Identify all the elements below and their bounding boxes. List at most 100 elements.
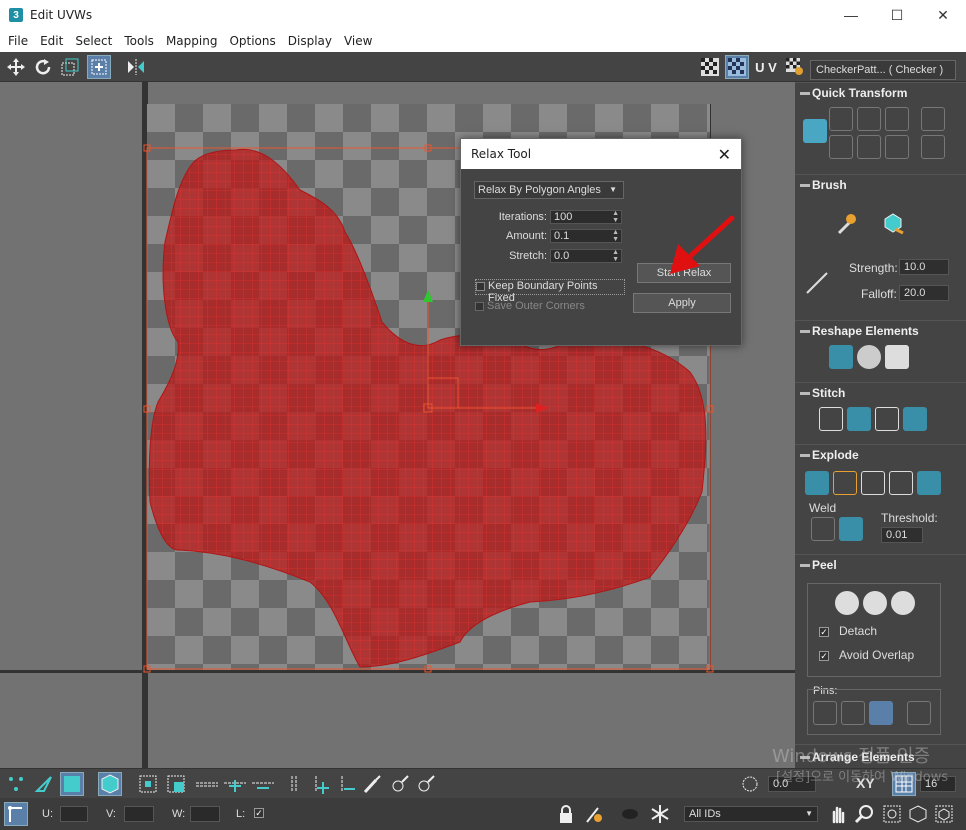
auto-pin-icon[interactable]	[907, 701, 931, 725]
rollout-title[interactable]: Stitch	[812, 386, 845, 400]
align-to-edge-icon[interactable]	[921, 107, 945, 131]
freeze-icon[interactable]	[648, 802, 672, 826]
collapse-icon[interactable]: ▬	[800, 559, 810, 570]
save-outer-corners-checkbox[interactable]: Save Outer Corners	[475, 300, 625, 312]
flatten-by-smoothing-icon[interactable]	[833, 471, 857, 495]
collapse-icon[interactable]: ▬	[800, 325, 810, 336]
menu-tools[interactable]: Tools	[118, 34, 160, 48]
pan-icon[interactable]	[826, 802, 850, 826]
break-icon[interactable]	[805, 471, 829, 495]
polygon-mode-icon[interactable]	[60, 772, 84, 796]
relax-icon[interactable]	[885, 345, 909, 369]
straighten-selection-icon[interactable]	[829, 345, 853, 369]
vertex-mode-icon[interactable]	[4, 772, 28, 796]
dialog-close-button[interactable]: ✕	[718, 145, 731, 165]
relax-until-flat-icon[interactable]	[857, 345, 881, 369]
menu-options[interactable]: Options	[223, 34, 281, 48]
absolute-rotation-icon[interactable]	[738, 772, 762, 796]
avoid-overlap-checkbox[interactable]: ✓	[819, 651, 829, 661]
menu-mapping[interactable]: Mapping	[160, 34, 224, 48]
ring-select-icon[interactable]	[282, 772, 306, 796]
element-mode-icon[interactable]	[98, 772, 122, 796]
collapse-icon[interactable]: ▬	[800, 449, 810, 460]
strength-field[interactable]: 10.0	[899, 259, 949, 275]
close-button[interactable]: ✕	[920, 0, 966, 30]
lock-icon[interactable]	[554, 802, 578, 826]
flatten-by-polygon-angle-icon[interactable]	[889, 471, 913, 495]
material-id-select[interactable]: All IDs ▼	[684, 806, 818, 822]
stitch-custom-icon[interactable]	[819, 407, 843, 431]
stitch-to-source-icon[interactable]	[903, 407, 927, 431]
zoom-extents-icon[interactable]	[906, 802, 930, 826]
unpin-selected-icon[interactable]	[869, 701, 893, 725]
scale-tool-button[interactable]	[58, 55, 82, 79]
peel-mode-icon[interactable]	[863, 591, 887, 615]
loop-select-icon[interactable]	[194, 772, 220, 796]
collapse-icon[interactable]: ▬	[800, 87, 810, 98]
checker-toggle-button[interactable]	[698, 55, 722, 79]
w-field[interactable]	[190, 806, 220, 822]
flatten-by-material-icon[interactable]	[861, 471, 885, 495]
texture-settings-button[interactable]	[783, 55, 807, 79]
paint-select-icon[interactable]	[360, 772, 384, 796]
edge-mode-icon[interactable]	[32, 772, 56, 796]
reset-peel-icon[interactable]	[891, 591, 915, 615]
menu-display[interactable]: Display	[282, 34, 338, 48]
edit-pins-icon[interactable]	[813, 701, 837, 725]
spinner-arrows-icon[interactable]: ▲ ▼	[612, 249, 619, 263]
zoom-selected-icon[interactable]	[932, 802, 956, 826]
zoom-region-icon[interactable]	[880, 802, 904, 826]
shrink-ring-icon[interactable]	[334, 772, 358, 796]
collapse-icon[interactable]: ▬	[800, 387, 810, 398]
spinner-arrows-icon[interactable]: ▲ ▼	[612, 229, 619, 243]
quick-peel-icon[interactable]	[835, 591, 859, 615]
menu-file[interactable]: File	[2, 34, 34, 48]
align-pivot-icon[interactable]	[803, 119, 827, 143]
falloff-field[interactable]: 20.0	[899, 285, 949, 301]
absolute-offset-icon[interactable]	[4, 802, 28, 826]
grow-selection-icon[interactable]	[136, 772, 160, 796]
maximize-button[interactable]: ☐	[874, 0, 920, 30]
stitch-average-icon[interactable]	[875, 407, 899, 431]
shrink-selection-icon[interactable]	[164, 772, 188, 796]
rollout-title[interactable]: Peel	[812, 558, 837, 572]
menu-view[interactable]: View	[338, 34, 378, 48]
relax-method-select[interactable]: Relax By Polygon Angles ▼	[474, 181, 624, 199]
align-horizontal-icon[interactable]	[829, 107, 853, 131]
enlarge-brush-icon[interactable]	[388, 772, 412, 796]
shrink-loop-icon[interactable]	[250, 772, 276, 796]
weld-selected-icon[interactable]	[811, 517, 835, 541]
threshold-field[interactable]: 0.01	[881, 527, 923, 543]
space-horizontal-icon[interactable]	[857, 107, 881, 131]
iterations-spinner[interactable]: 100 ▲ ▼	[550, 210, 622, 224]
bake-to-texture-icon[interactable]	[917, 471, 941, 495]
keep-boundary-checkbox[interactable]: Keep Boundary Points Fixed	[475, 279, 625, 304]
lock-uv-checkbox[interactable]: ✓	[254, 808, 264, 818]
stitch-to-target-icon[interactable]	[847, 407, 871, 431]
v-field[interactable]	[124, 806, 154, 822]
grow-ring-icon[interactable]	[308, 772, 332, 796]
amount-spinner[interactable]: 0.1 ▲ ▼	[550, 229, 622, 243]
relax-brush-icon[interactable]	[881, 211, 905, 235]
menu-edit[interactable]: Edit	[34, 34, 69, 48]
zoom-icon[interactable]	[852, 802, 876, 826]
checker-show-button[interactable]	[725, 55, 749, 79]
rotate-ccw-icon[interactable]	[885, 135, 909, 159]
space-vertical-icon[interactable]	[857, 135, 881, 159]
hide-icon[interactable]	[618, 802, 642, 826]
menu-select[interactable]: Select	[69, 34, 118, 48]
grow-loop-icon[interactable]	[222, 772, 248, 796]
straighten-icon[interactable]	[921, 135, 945, 159]
shrink-brush-icon[interactable]	[414, 772, 438, 796]
move-tool-button[interactable]	[4, 55, 28, 79]
rollout-title[interactable]: Explode	[812, 448, 859, 462]
checker-pattern-select[interactable]: CheckerPatt... ( Checker )	[810, 60, 956, 80]
pin-selected-icon[interactable]	[841, 701, 865, 725]
spinner-arrows-icon[interactable]: ▲ ▼	[612, 210, 619, 224]
rollout-title[interactable]: Reshape Elements	[812, 324, 919, 338]
apply-button[interactable]: Apply	[633, 293, 731, 313]
rollout-title[interactable]: Quick Transform	[812, 86, 907, 100]
freeform-tool-button[interactable]	[87, 55, 111, 79]
show-hidden-icon[interactable]	[582, 802, 606, 826]
gizmo-y-arrow[interactable]	[423, 290, 433, 302]
